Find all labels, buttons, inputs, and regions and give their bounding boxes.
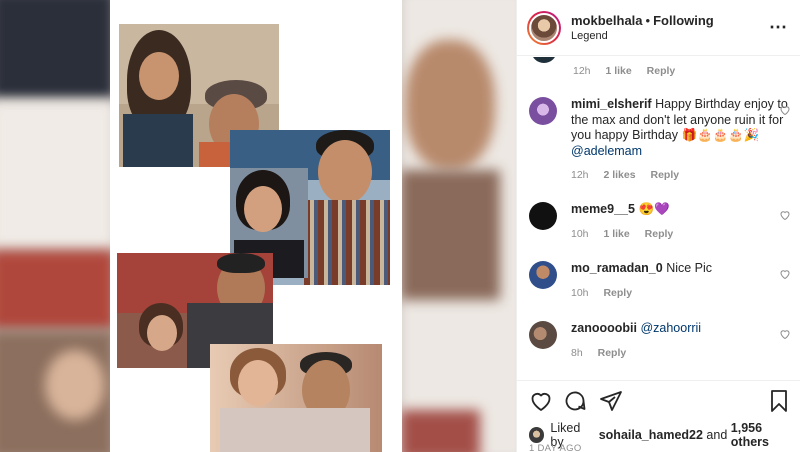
comment-meta: 12h 2 likes Reply <box>571 168 791 184</box>
comment-username[interactable]: mo_ramadan_0 <box>571 261 663 275</box>
blur-face-right <box>405 40 495 170</box>
comment-username[interactable]: zanoooobii <box>571 321 637 335</box>
collage-photo-5 <box>210 344 382 452</box>
bookmark-icon[interactable] <box>767 389 791 413</box>
reply-button[interactable]: Reply <box>603 287 632 299</box>
comment-meta: 8h Reply <box>571 346 791 362</box>
comment-meta: 10h 1 like Reply <box>571 227 791 243</box>
comment-avatar[interactable] <box>529 97 557 125</box>
comment-like-heart-icon[interactable] <box>779 104 791 116</box>
header-text: mokbelhala • Following Legend <box>571 13 769 42</box>
comment-username[interactable]: mimi_elsherif <box>571 97 652 111</box>
comment-like-heart-icon[interactable] <box>779 328 791 340</box>
post-timestamp[interactable]: 1 DAY AGO <box>529 443 582 452</box>
more-options-icon[interactable]: ⋯ <box>769 17 788 38</box>
action-bar <box>529 389 791 415</box>
comment-avatar-partial[interactable] <box>531 57 557 63</box>
comment-like-heart-icon[interactable] <box>779 268 791 280</box>
comment-like-heart-icon[interactable] <box>779 209 791 221</box>
post-username[interactable]: mokbelhala <box>571 13 643 28</box>
comment-likes[interactable]: 2 likes <box>603 169 635 181</box>
comment-meta: 10h Reply <box>571 286 791 302</box>
reply-button[interactable]: Reply <box>647 65 676 77</box>
comments-list[interactable]: 12h 1 like Reply mimi_elsherif Happy Bir… <box>517 57 800 380</box>
blur-shirt-right <box>400 170 500 300</box>
comment-time: 10h <box>571 227 589 240</box>
post-side-panel: mokbelhala • Following Legend ⋯ 12h 1 like… <box>516 0 800 452</box>
comment-mention[interactable]: @zahoorrii <box>640 321 701 335</box>
reply-button[interactable]: Reply <box>651 169 680 181</box>
liker-avatar[interactable] <box>529 427 545 443</box>
heart-icon[interactable] <box>529 389 553 413</box>
likes-count[interactable]: 1,956 others <box>731 421 800 449</box>
comment-mention[interactable]: @adelemam <box>571 144 642 158</box>
following-button[interactable]: Following <box>653 13 714 28</box>
profile-avatar[interactable] <box>527 10 561 45</box>
blur-bg-left-top <box>0 0 115 100</box>
blur-bg-left-mid <box>0 100 115 250</box>
post-header: mokbelhala • Following Legend ⋯ <box>517 0 800 56</box>
reply-button[interactable]: Reply <box>598 347 627 359</box>
share-icon[interactable] <box>599 389 623 413</box>
comment-meta: 12h 1 like Reply <box>573 65 687 77</box>
reply-button[interactable]: Reply <box>645 228 674 240</box>
comment-avatar[interactable] <box>529 202 557 230</box>
comment-time: 12h <box>571 169 589 181</box>
post-image[interactable] <box>0 0 516 452</box>
comment-item: mimi_elsherif Happy Birthday enjoy to th… <box>529 97 791 184</box>
comment-time: 10h <box>571 286 589 299</box>
photo-collage <box>110 0 402 452</box>
blur-face-left <box>45 350 105 420</box>
blur-bg-left-red <box>0 250 115 330</box>
liked-by-user[interactable]: sohaila_hamed22 <box>599 428 703 442</box>
comment-time: 12h <box>573 65 591 77</box>
comment-avatar[interactable] <box>529 261 557 289</box>
post-subtitle[interactable]: Legend <box>571 30 769 42</box>
comment-avatar[interactable] <box>529 321 557 349</box>
liked-by-and: and <box>706 428 728 442</box>
post-actions: Liked by sohaila_hamed22 and 1,956 other… <box>517 380 800 452</box>
comment-item: zanoooobii @zahoorrii 8h Reply <box>529 321 791 361</box>
comment-time: 8h <box>571 346 583 359</box>
comment-likes[interactable]: 1 like <box>605 65 631 77</box>
blur-bottom-right <box>400 410 480 452</box>
comment-username[interactable]: meme9__5 <box>571 202 635 216</box>
comment-item: mo_ramadan_0 Nice Pic 10h Reply <box>529 261 791 301</box>
comment-text: Nice Pic <box>666 261 713 275</box>
header-separator: • <box>645 13 651 28</box>
comment-icon[interactable] <box>563 389 587 413</box>
comment-likes[interactable]: 1 like <box>603 228 629 240</box>
comment-item: meme9__5 😍💜 10h 1 like Reply <box>529 202 791 242</box>
comment-text: 😍💜 <box>638 202 670 216</box>
